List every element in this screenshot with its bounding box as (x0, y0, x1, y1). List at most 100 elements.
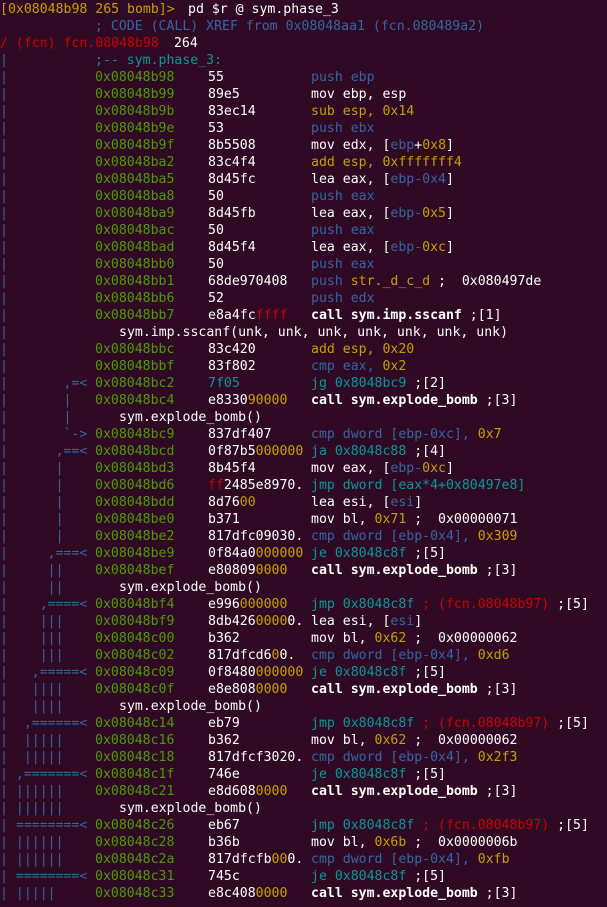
instruction-text: mov ebp, esp (311, 87, 407, 102)
opcode-bytes: 8d45f4 (208, 240, 256, 255)
disasm-line[interactable]: | ||| 0x08048c02 817dfcd600. cmp dword [ebp… (0, 647, 607, 664)
instruction-text: push eax (311, 189, 375, 204)
disasm-line[interactable]: | 0x08048ba5 8d45fc lea eax, [ebp-0x4] (0, 171, 607, 188)
opcode-bytes: 8d45fb (208, 206, 256, 221)
disasm-line[interactable]: | 0x08048bb0 50 push eax (0, 256, 607, 273)
call-annotation: sym.explode_bomb() (119, 699, 262, 714)
flow-graph: | | (0, 410, 72, 425)
flow-graph: | `-> (0, 427, 88, 442)
disasm-line[interactable]: | ,====< 0x08048bf4 e996000000 jmp 0x8048c8… (0, 596, 607, 613)
flow-graph: | (0, 240, 8, 255)
flow-graph: | ,===< (0, 546, 88, 561)
disasm-line[interactable]: | `-> 0x08048bc9 837df407 cmp dword [ebp-0x… (0, 426, 607, 443)
disasm-line[interactable]: | ,=< 0x08048bc2 7f05 jg 0x8048bc9 ;[2] (0, 375, 607, 392)
disasm-line[interactable]: | ||| 0x08048bf9 8db42600000. lea esi, [esi… (0, 613, 607, 630)
opcode-bytes: 8b45f4 (208, 461, 256, 476)
instruction-address: 0x08048c09 (95, 665, 175, 680)
instruction-address: 0x08048b9b (95, 104, 175, 119)
instruction-address: 0x08048bbc (95, 342, 175, 357)
flow-graph: | ========< (0, 869, 88, 884)
instruction-address: 0x08048ba9 (95, 206, 175, 221)
call-annotation: sym.explode_bomb() (119, 801, 262, 816)
call-annotation-line[interactable]: | |||| sym.explode_bomb() (0, 698, 607, 715)
disasm-line[interactable]: | ,==< 0x08048bcd 0f87b5000000 ja 0x8048c88… (0, 443, 607, 460)
flow-graph: | (0, 121, 8, 136)
instruction-text: push str._d_c_d ; 0x080497de (311, 274, 542, 289)
disasm-line[interactable]: | ,======< 0x08048c14 eb79 jmp 0x8048c8f ; … (0, 715, 607, 732)
disasm-line[interactable]: | | 0x08048be2 817dfc09030. cmp dword [ebp-… (0, 528, 607, 545)
instruction-address: 0x08048c00 (95, 631, 175, 646)
disasm-line[interactable]: | 0x08048ba9 8d45fb lea eax, [ebp-0x5] (0, 205, 607, 222)
disasm-line[interactable]: | ||||| 0x08048c16 b362 mov bl, 0x62 ; 0x00… (0, 732, 607, 749)
disasm-line[interactable]: | | 0x08048bdd 8d7600 lea esi, [esi] (0, 494, 607, 511)
disasm-line[interactable]: | 0x08048ba2 83c4f4 add esp, 0xfffffff4 (0, 154, 607, 171)
instruction-text: lea eax, [ebp-0x4] (311, 172, 454, 187)
instruction-text: push edx (311, 291, 375, 306)
disasm-line[interactable]: | |||||| 0x08048c21 e8d6080000 call sym.exp… (0, 783, 607, 800)
call-annotation-line[interactable]: | sym.imp.sscanf(unk, unk, unk, unk, unk,… (0, 324, 607, 341)
disasm-line[interactable]: | 0x08048ba8 50 push eax (0, 188, 607, 205)
instruction-address: 0x08048be2 (95, 529, 175, 544)
disasm-line[interactable]: | 0x08048bad 8d45f4 lea eax, [ebp-0xc] (0, 239, 607, 256)
disasm-line[interactable]: | | 0x08048bc4 e833090000 call sym.explode_… (0, 392, 607, 409)
disasm-line[interactable]: | ||||| 0x08048c33 e8c4080000 call sym.expl… (0, 885, 607, 902)
opcode-bytes: 83c420 (208, 342, 256, 357)
disasm-line[interactable]: | ,===< 0x08048be9 0f84a0000000 je 0x8048c8… (0, 545, 607, 562)
flow-graph: | | (0, 495, 64, 510)
disasm-line[interactable]: | ,=====< 0x08048c09 0f8480000000 je 0x8048… (0, 664, 607, 681)
flow-graph: | (0, 104, 8, 119)
call-annotation-line[interactable]: | |||||| sym.explode_bomb() (0, 800, 607, 817)
instruction-address: 0x08048bc2 (95, 376, 175, 391)
instruction-address: 0x08048bef (95, 563, 175, 578)
disasm-line[interactable]: | ========< 0x08048c26 eb67 jmp 0x8048c8f ;… (0, 817, 607, 834)
opcode-bytes: 8d45fc (208, 172, 256, 187)
instruction-text: lea esi, [esi] (311, 614, 423, 629)
disasm-line[interactable]: | 0x08048bbf 83f802 cmp eax, 0x2 (0, 358, 607, 375)
instruction-text: push ebp (311, 70, 375, 85)
disasm-line[interactable]: | 0x08048bbc 83c420 add esp, 0x20 (0, 341, 607, 358)
disasm-line[interactable]: | ========< 0x08048c31 745c je 0x8048c8f ;[… (0, 868, 607, 885)
opcode-bytes: 55 (208, 70, 224, 85)
disasm-line[interactable]: | 0x08048b99 89e5 mov ebp, esp (0, 86, 607, 103)
opcode-bytes: 8db42600000. (208, 614, 304, 629)
instruction-text: push eax (311, 257, 375, 272)
prompt-command[interactable]: pd $r @ sym.phase_3 (188, 1, 339, 18)
opcode-bytes: 0f84a0000000 (208, 546, 304, 561)
opcode-bytes: 0f87b5000000 (208, 444, 304, 459)
instruction-text: cmp dword [ebp-0x4], 0xfb (311, 852, 510, 867)
instruction-text: cmp dword [ebp-0x4], 0x309 (311, 529, 518, 544)
flow-graph: | |||||| (0, 852, 64, 867)
disasm-line[interactable]: | |||| 0x08048c0f e8e8080000 call sym.explo… (0, 681, 607, 698)
disasm-line[interactable]: | |||||| 0x08048c2a 817dfcfb000. cmp dword … (0, 851, 607, 868)
disasm-line[interactable]: | |||||| 0x08048c28 b36b mov bl, 0x6b ; 0x0… (0, 834, 607, 851)
instruction-address: 0x08048ba2 (95, 155, 175, 170)
disasm-line[interactable]: | 0x08048bb1 68de970408 push str._d_c_d ; 0… (0, 273, 607, 290)
disasm-line[interactable]: | || 0x08048bef e808090000 call sym.explode… (0, 562, 607, 579)
disasm-line[interactable]: | 0x08048bb7 e8a4fcffff call sym.imp.sscanf… (0, 307, 607, 324)
disasm-line[interactable]: | ||| 0x08048c00 b362 mov bl, 0x62 ; 0x0000… (0, 630, 607, 647)
disasm-line[interactable]: | 0x08048b9f 8b5508 mov edx, [ebp+0x8] (0, 137, 607, 154)
disasm-line[interactable]: | | 0x08048bd6 ff2485e8970. jmp dword [eax*… (0, 477, 607, 494)
disasm-line[interactable]: | 0x08048bb6 52 push edx (0, 290, 607, 307)
instruction-text: jmp 0x8048c8f ; (fcn.08048b97) ;[5] (311, 716, 589, 731)
instruction-text: mov eax, [ebp-0xc] (311, 461, 454, 476)
disasm-line[interactable]: | ||||| 0x08048c18 817dfcf3020. cmp dword [… (0, 749, 607, 766)
disasm-line[interactable]: | ,=======< 0x08048c1f 746e je 0x8048c8f ;[… (0, 766, 607, 783)
disasm-line[interactable]: | 0x08048bac 50 push eax (0, 222, 607, 239)
instruction-text: call sym.explode_bomb ;[3] (311, 563, 518, 578)
disasm-line[interactable]: | 0x08048b9b 83ec14 sub esp, 0x14 (0, 103, 607, 120)
instruction-address: 0x08048c33 (95, 886, 175, 901)
call-annotation-line[interactable]: | | sym.explode_bomb() (0, 409, 607, 426)
opcode-bytes: b362 (208, 631, 240, 646)
flow-graph: | |||| (0, 682, 64, 697)
opcode-bytes: eb79 (208, 716, 240, 731)
opcode-bytes: 817dfcf3020. (208, 750, 304, 765)
flow-graph: | (0, 274, 8, 289)
call-annotation-line[interactable]: | || sym.explode_bomb() (0, 579, 607, 596)
disasm-line[interactable]: | | 0x08048bd3 8b45f4 mov eax, [ebp-0xc] (0, 460, 607, 477)
disasm-line[interactable]: | | 0x08048be0 b371 mov bl, 0x71 ; 0x000000… (0, 511, 607, 528)
disasm-line[interactable]: | 0x08048b9e 53 push ebx (0, 120, 607, 137)
terminal-window[interactable]: [0x08048b98 265 bomb]> pd $r @ sym.phase… (0, 0, 607, 907)
disasm-line[interactable]: | 0x08048b98 55 push ebp (0, 69, 607, 86)
instruction-text: push eax (311, 223, 375, 238)
